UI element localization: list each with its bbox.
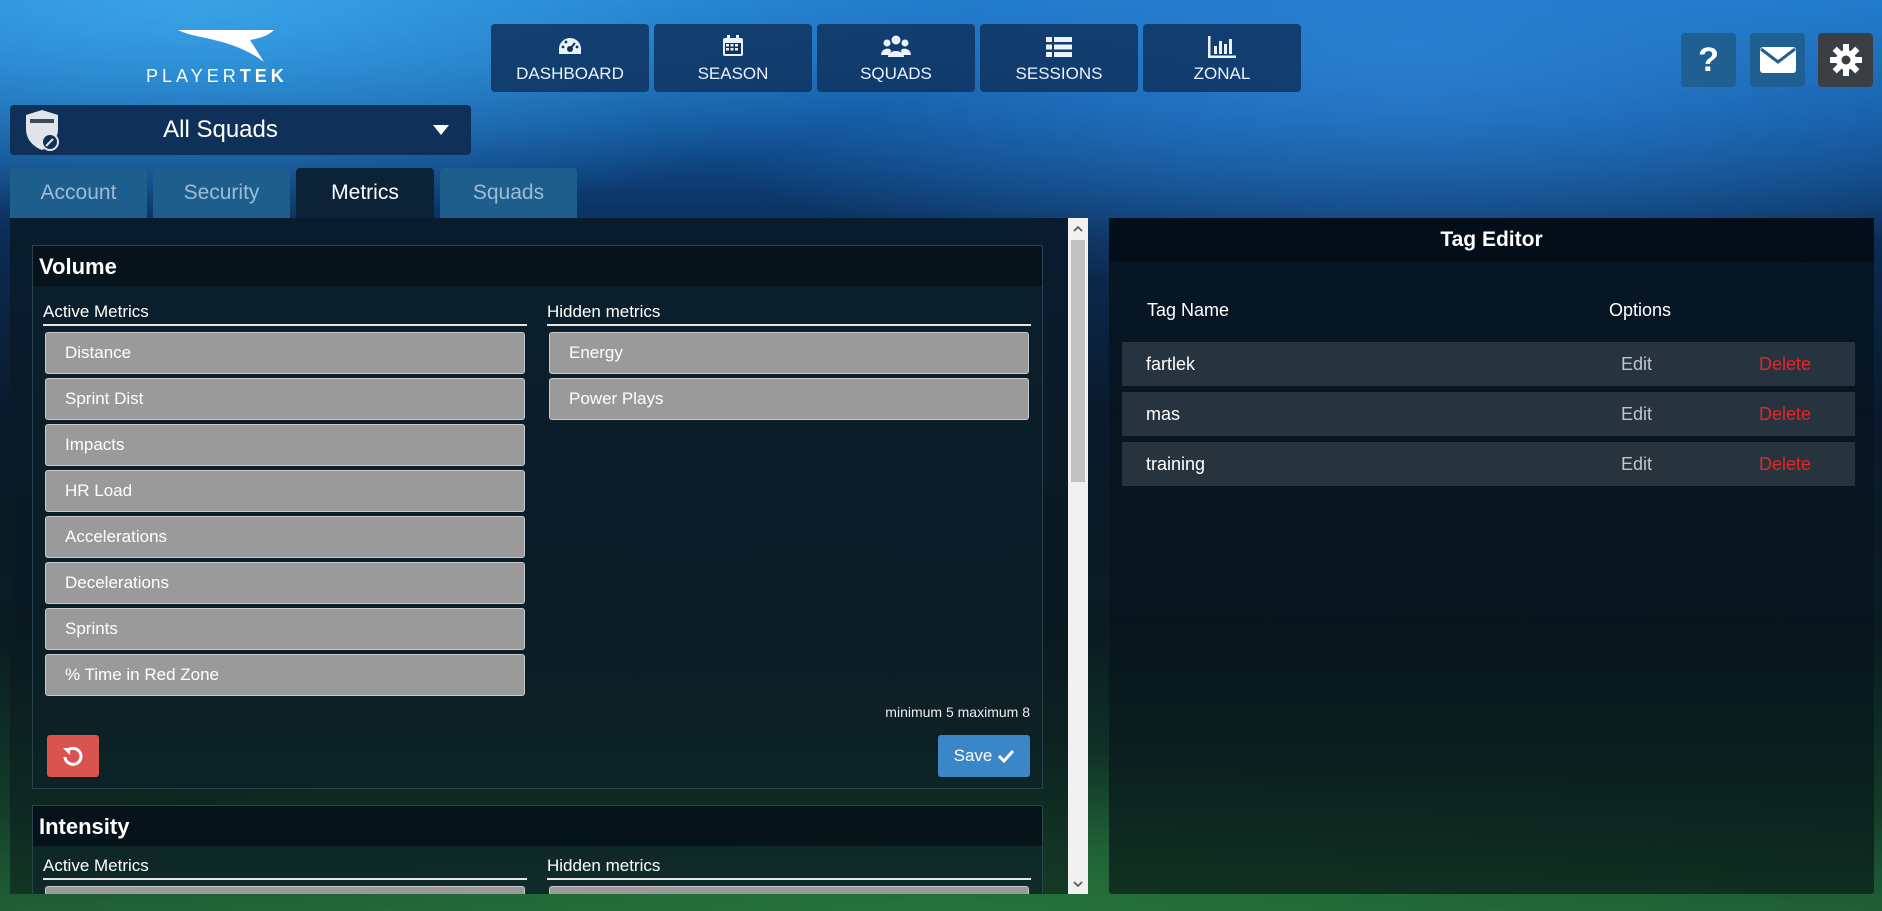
metric-chip[interactable]: % Time in Red Zone (45, 654, 525, 696)
hidden-metrics-header: Hidden metrics (547, 302, 1031, 326)
nav-label: ZONAL (1193, 64, 1251, 83)
hidden-metrics-header: Hidden metrics (547, 856, 1031, 880)
squad-shield-icon (26, 110, 59, 151)
gear-icon (1829, 44, 1862, 76)
metric-chip[interactable]: Impacts (45, 424, 525, 466)
metric-chip[interactable]: Sprint Dist (45, 378, 525, 420)
hidden-metrics-column: Hidden metrics (547, 856, 1031, 894)
check-icon (998, 749, 1015, 763)
nav-dashboard[interactable]: DASHBOARD (491, 24, 649, 92)
logo-wordmark: PLAYERTEK (146, 66, 288, 87)
squad-selector[interactable]: All Squads (10, 105, 471, 155)
active-metrics-column: Active Metrics Distance Sprint Dist Impa… (43, 302, 527, 700)
logo-text-light: PLAYER (146, 66, 240, 86)
scroll-thumb[interactable] (1071, 240, 1085, 482)
nav-sessions[interactable]: SESSIONS (980, 24, 1138, 92)
nav-squads[interactable]: SQUADS (817, 24, 975, 92)
metric-chip[interactable] (45, 886, 525, 894)
metric-chip[interactable] (549, 886, 1029, 894)
delete-tag-link[interactable]: Delete (1759, 404, 1811, 425)
column-header-options: Options (1609, 300, 1672, 320)
active-metrics-column: Active Metrics (43, 856, 527, 894)
tag-editor-panel: Tag Editor Tag Name Options fartlek Edit… (1109, 218, 1874, 894)
bar-chart-icon (1208, 36, 1236, 58)
top-navigation: DASHBOARD SEASON SQUADS SESSIONS ZONAL (491, 24, 1301, 92)
nav-label: SESSIONS (1015, 64, 1103, 83)
table-row: training Edit Delete (1122, 442, 1855, 486)
help-icon: ? (1698, 40, 1719, 79)
squad-selected-value: All Squads (163, 116, 278, 143)
volume-section: Volume Active Metrics Distance Sprint Di… (32, 245, 1043, 789)
undo-icon (63, 746, 83, 766)
table-row: fartlek Edit Delete (1122, 342, 1855, 386)
metric-chip[interactable]: Accelerations (45, 516, 525, 558)
save-label: Save (953, 746, 993, 765)
settings-button[interactable] (1818, 33, 1873, 87)
tag-name: training (1146, 454, 1206, 474)
active-metrics-header: Active Metrics (43, 302, 527, 326)
tag-name: mas (1146, 404, 1181, 424)
hidden-metrics-list (547, 886, 1031, 894)
edit-tag-link[interactable]: Edit (1621, 354, 1652, 375)
calendar-icon (723, 35, 743, 56)
tag-name: fartlek (1146, 354, 1196, 374)
list-icon (1046, 37, 1072, 57)
users-group-icon (881, 35, 911, 57)
active-metrics-header: Active Metrics (43, 856, 527, 880)
logo-text-bold: TEK (239, 66, 288, 86)
section-title: Intensity (33, 806, 1042, 846)
delete-tag-link[interactable]: Delete (1759, 354, 1811, 375)
messages-button[interactable] (1750, 33, 1805, 87)
metrics-scrollbar[interactable] (1068, 218, 1088, 894)
help-button[interactable]: ? (1681, 33, 1736, 87)
edit-tag-link[interactable]: Edit (1621, 454, 1652, 475)
active-metrics-list: Distance Sprint Dist Impacts HR Load Acc… (43, 332, 527, 696)
intensity-section: Intensity Active Metrics Hidden metrics (32, 805, 1043, 894)
delete-tag-link[interactable]: Delete (1759, 454, 1811, 475)
metric-chip[interactable]: Distance (45, 332, 525, 374)
dashboard-gauge-icon (559, 38, 581, 54)
nav-season[interactable]: SEASON (654, 24, 812, 92)
scroll-down-arrow[interactable] (1068, 876, 1088, 892)
chevron-down-icon (411, 125, 471, 135)
tag-table-body: fartlek Edit Delete mas Edit Delete trai… (1122, 342, 1855, 492)
settings-tabs: Account Security Metrics Squads (10, 168, 577, 218)
column-header-tag-name: Tag Name (1147, 300, 1230, 320)
nav-zonal[interactable]: ZONAL (1143, 24, 1301, 92)
tab-metrics[interactable]: Metrics (296, 168, 434, 218)
envelope-icon (1759, 47, 1796, 73)
nav-label: SEASON (697, 64, 769, 83)
nav-label: SQUADS (860, 64, 932, 83)
tab-account[interactable]: Account (10, 168, 147, 218)
metric-chip[interactable]: Sprints (45, 608, 525, 650)
section-title: Volume (33, 246, 1042, 286)
table-row: mas Edit Delete (1122, 392, 1855, 436)
wing-logo-icon (178, 30, 274, 62)
nav-label: DASHBOARD (516, 64, 624, 83)
hidden-metrics-column: Hidden metrics Energy Power Plays (547, 302, 1031, 424)
scroll-up-arrow[interactable] (1068, 220, 1088, 236)
metric-chip[interactable]: Decelerations (45, 562, 525, 604)
hidden-metrics-list: Energy Power Plays (547, 332, 1031, 420)
reset-button[interactable] (47, 735, 99, 777)
save-button[interactable]: Save (938, 735, 1030, 777)
playertek-logo: PLAYERTEK (146, 28, 326, 87)
tag-editor-title: Tag Editor (1109, 218, 1874, 262)
tab-squads[interactable]: Squads (440, 168, 577, 218)
tab-security[interactable]: Security (153, 168, 290, 218)
metrics-panel: Volume Active Metrics Distance Sprint Di… (10, 218, 1088, 894)
active-metrics-list (43, 886, 527, 894)
metric-chip[interactable]: HR Load (45, 470, 525, 512)
edit-tag-link[interactable]: Edit (1621, 404, 1652, 425)
metric-limits-text: minimum 5 maximum 8 (885, 704, 1030, 720)
metric-chip[interactable]: Energy (549, 332, 1029, 374)
metric-chip[interactable]: Power Plays (549, 378, 1029, 420)
